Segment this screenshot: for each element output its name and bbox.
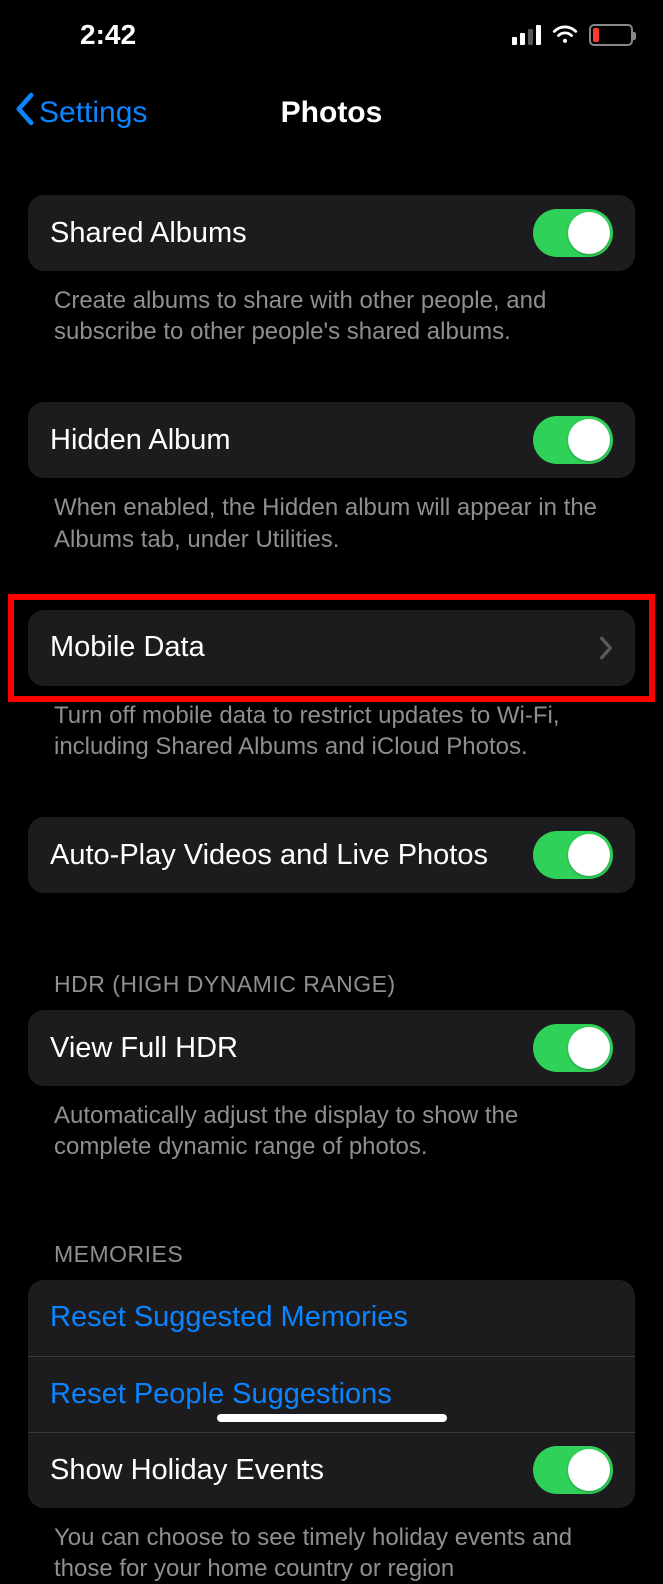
mobile-data-row[interactable]: Mobile Data: [28, 610, 635, 686]
home-indicator[interactable]: [217, 1414, 447, 1422]
shared-albums-row[interactable]: Shared Albums: [28, 195, 635, 271]
hidden-album-group: Hidden Album: [28, 402, 635, 478]
status-bar: 2:42: [0, 0, 663, 70]
hidden-album-footer: When enabled, the Hidden album will appe…: [28, 478, 635, 554]
hidden-album-label: Hidden Album: [50, 424, 533, 457]
hdr-row[interactable]: View Full HDR: [28, 1010, 635, 1086]
show-holiday-events-toggle[interactable]: [533, 1446, 613, 1494]
reset-suggested-memories-label: Reset Suggested Memories: [50, 1301, 613, 1334]
show-holiday-events-label: Show Holiday Events: [50, 1454, 533, 1487]
hidden-album-toggle[interactable]: [533, 416, 613, 464]
hdr-header: HDR (HIGH DYNAMIC RANGE): [28, 971, 635, 1010]
autoplay-row[interactable]: Auto-Play Videos and Live Photos: [28, 817, 635, 893]
back-button[interactable]: Settings: [15, 92, 147, 134]
autoplay-group: Auto-Play Videos and Live Photos: [28, 817, 635, 893]
back-label: Settings: [39, 96, 147, 130]
chevron-right-icon: [599, 636, 613, 660]
hdr-group: View Full HDR: [28, 1010, 635, 1086]
shared-albums-group: Shared Albums: [28, 195, 635, 271]
hdr-toggle[interactable]: [533, 1024, 613, 1072]
nav-bar: Settings Photos: [0, 70, 663, 155]
memories-header: MEMORIES: [28, 1241, 635, 1280]
shared-albums-footer: Create albums to share with other people…: [28, 271, 635, 347]
autoplay-label: Auto-Play Videos and Live Photos: [50, 839, 533, 872]
hdr-footer: Automatically adjust the display to show…: [28, 1086, 635, 1162]
wifi-icon: [551, 19, 579, 51]
hdr-label: View Full HDR: [50, 1032, 533, 1065]
chevron-left-icon: [15, 92, 35, 134]
hidden-album-row[interactable]: Hidden Album: [28, 402, 635, 478]
memories-footer: You can choose to see timely holiday eve…: [28, 1508, 635, 1584]
show-holiday-events-row[interactable]: Show Holiday Events: [28, 1432, 635, 1508]
reset-suggested-memories-row[interactable]: Reset Suggested Memories: [28, 1280, 635, 1356]
status-icons: [512, 19, 633, 51]
mobile-data-label: Mobile Data: [50, 631, 599, 664]
battery-icon: [589, 24, 633, 46]
reset-people-suggestions-label: Reset People Suggestions: [50, 1378, 613, 1411]
status-time: 2:42: [80, 19, 136, 50]
autoplay-toggle[interactable]: [533, 831, 613, 879]
mobile-data-footer: Turn off mobile data to restrict updates…: [28, 686, 635, 762]
memories-group: Reset Suggested Memories Reset People Su…: [28, 1280, 635, 1508]
mobile-data-group: Mobile Data: [28, 610, 635, 686]
shared-albums-label: Shared Albums: [50, 217, 533, 250]
cellular-icon: [512, 25, 541, 45]
shared-albums-toggle[interactable]: [533, 209, 613, 257]
